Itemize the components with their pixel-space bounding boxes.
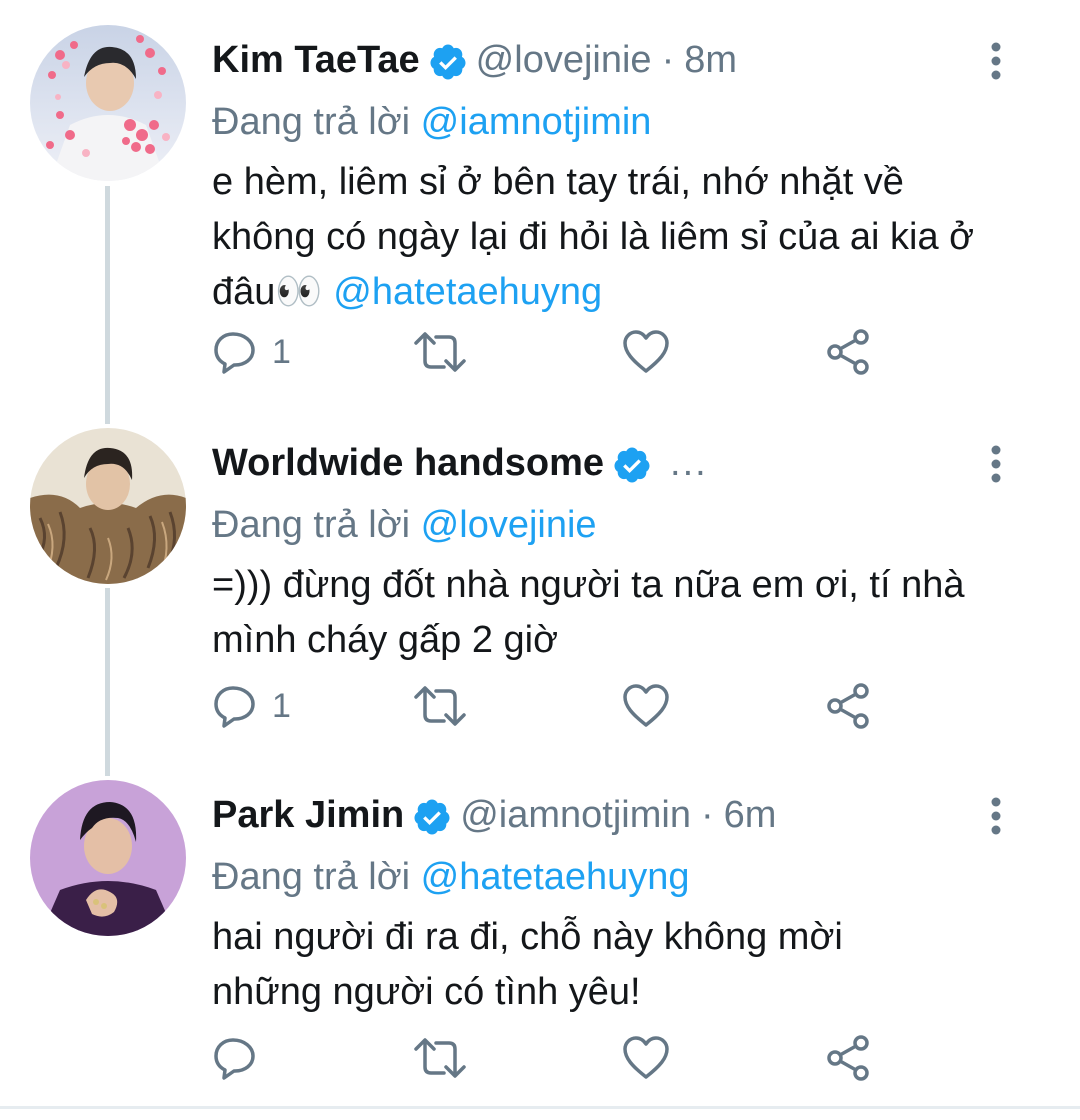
share-button[interactable] [825, 322, 873, 382]
share-button[interactable] [825, 676, 873, 736]
replying-to: Đang trả lời @iamnotjimin [212, 97, 651, 147]
tweet-park-jimin[interactable]: Park Jimin @iamnotjimin · 6m Đang trả lờ… [0, 780, 1080, 1100]
like-icon [623, 1036, 669, 1079]
replying-prefix: Đang trả lời [212, 504, 411, 546]
reply-icon [214, 1038, 255, 1080]
replying-prefix: Đang trả lời [212, 101, 411, 143]
separator-dot: · [700, 794, 714, 836]
tweet-header: Worldwide handsome ... [212, 433, 708, 493]
like-button[interactable] [622, 676, 670, 736]
tweet-worldwide-handsome[interactable]: Worldwide handsome ... Đang trả lời @lov… [0, 428, 1080, 748]
reply-count: 1 [272, 332, 291, 371]
display-name[interactable]: Park Jimin [212, 785, 404, 845]
like-icon [623, 330, 669, 373]
replying-to: Đang trả lời @lovejinie [212, 500, 597, 550]
share-icon [827, 329, 869, 375]
reply-button[interactable] [212, 1028, 272, 1088]
timestamp[interactable]: 6m [724, 785, 777, 845]
verified-badge-icon [412, 795, 452, 835]
handle-truncated[interactable]: ... [670, 433, 708, 493]
share-icon [827, 683, 869, 729]
replying-prefix: Đang trả lời [212, 856, 411, 898]
bottom-divider [0, 1106, 1080, 1109]
share-icon [827, 1035, 869, 1081]
tweet-header: Kim TaeTae @lovejinie · 8m [212, 30, 737, 90]
tweet-mention[interactable]: @hatetaehuyng [333, 271, 602, 313]
replying-to-mention[interactable]: @iamnotjimin [421, 101, 652, 143]
tweet-header: Park Jimin @iamnotjimin · 6m [212, 785, 776, 845]
replying-to-mention[interactable]: @hatetaehuyng [421, 856, 690, 898]
retweet-button[interactable] [412, 676, 468, 736]
like-button[interactable] [622, 322, 670, 382]
display-name[interactable]: Kim TaeTae [212, 30, 420, 90]
retweet-button[interactable] [412, 322, 468, 382]
more-vertical-icon[interactable] [976, 39, 1016, 83]
avatar[interactable] [30, 780, 186, 936]
more-vertical-icon[interactable] [976, 794, 1016, 838]
display-name[interactable]: Worldwide handsome [212, 433, 604, 493]
tweet-actions [212, 1028, 912, 1088]
tweet-text: e hèm, liêm sỉ ở bên tay trái, nhớ nhặt … [212, 155, 1012, 320]
like-button[interactable] [622, 1028, 670, 1088]
reply-icon [214, 686, 255, 728]
handle[interactable]: @lovejinie [476, 30, 652, 90]
retweet-button[interactable] [412, 1028, 468, 1088]
share-button[interactable] [825, 1028, 873, 1088]
tweet-text-content: =))) đừng đốt nhà người ta nữa em ơi, tí… [212, 564, 965, 661]
handle[interactable]: @iamnotjimin [460, 785, 691, 845]
tweet-actions: 1 [212, 676, 912, 736]
verified-badge-icon [428, 40, 468, 80]
reply-button[interactable]: 1 [212, 676, 291, 736]
retweet-icon [414, 1038, 466, 1078]
like-icon [623, 684, 669, 727]
tweet-text: hai người đi ra đi, chỗ này không mời nh… [212, 910, 932, 1020]
retweet-icon [414, 332, 466, 372]
tweet-actions: 1 [212, 322, 912, 382]
reply-button[interactable]: 1 [212, 322, 291, 382]
more-vertical-icon[interactable] [976, 442, 1016, 486]
reply-count: 1 [272, 686, 291, 725]
replying-to-mention[interactable]: @lovejinie [421, 504, 597, 546]
tweet-kim-taetae[interactable]: Kim TaeTae @lovejinie · 8m Đang trả lời … [0, 25, 1080, 405]
replying-to: Đang trả lời @hatetaehuyng [212, 852, 690, 902]
verified-badge-icon [612, 443, 652, 483]
tweet-text: =))) đừng đốt nhà người ta nữa em ơi, tí… [212, 558, 972, 668]
avatar[interactable] [30, 25, 186, 181]
timestamp[interactable]: 8m [684, 30, 737, 90]
reply-icon [214, 332, 255, 374]
tweet-text-content: hai người đi ra đi, chỗ này không mời nh… [212, 916, 843, 1013]
avatar[interactable] [30, 428, 186, 584]
separator-dot: · [661, 39, 675, 81]
retweet-icon [414, 686, 466, 726]
